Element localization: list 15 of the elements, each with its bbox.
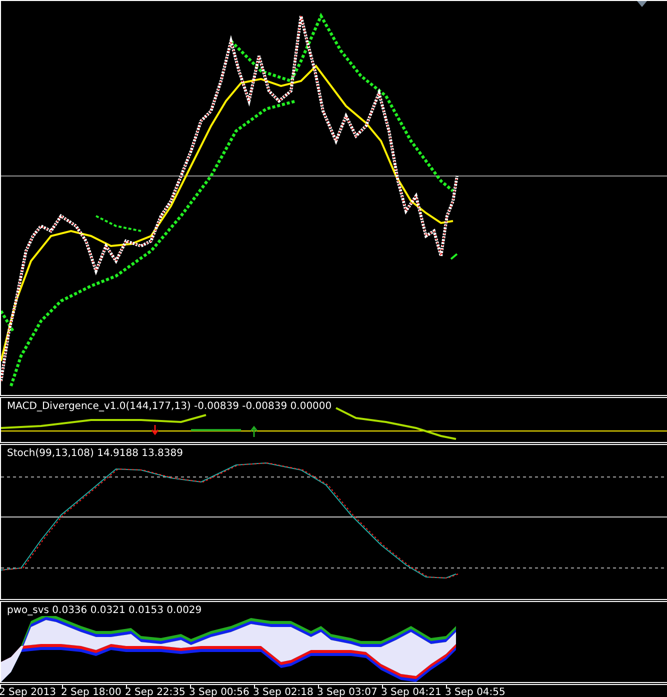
band-segment-line xyxy=(96,215,142,232)
time-axis-label: 2 Sep 18:00 xyxy=(61,688,122,697)
time-axis-label: 3 Sep 04:55 xyxy=(445,688,506,697)
band-segment-line xyxy=(450,253,458,260)
upper-band-line xyxy=(1,310,14,332)
triangle-marker-icon xyxy=(637,1,647,7)
time-axis-label: 3 Sep 04:21 xyxy=(381,688,442,697)
time-axis-label: 3 Sep 00:56 xyxy=(189,688,250,697)
indicator-label: pwo_svs 0.0336 0.0321 0.0153 0.0029 xyxy=(5,604,204,616)
time-axis-label: 3 Sep 02:18 xyxy=(253,688,314,697)
time-axis-label: 3 Sep 03:07 xyxy=(317,688,378,697)
indicator-label: MACD_Divergence_v1.0(144,177,13) -0.00839 -0.00839 0.00000 xyxy=(5,400,334,412)
time-axis-label: 2 Sep 2013 xyxy=(0,688,56,697)
indicator-label: Stoch(99,13,108) 14.9188 13.8389 xyxy=(5,448,185,460)
time-axis-label: 2 Sep 22:35 xyxy=(125,688,186,697)
